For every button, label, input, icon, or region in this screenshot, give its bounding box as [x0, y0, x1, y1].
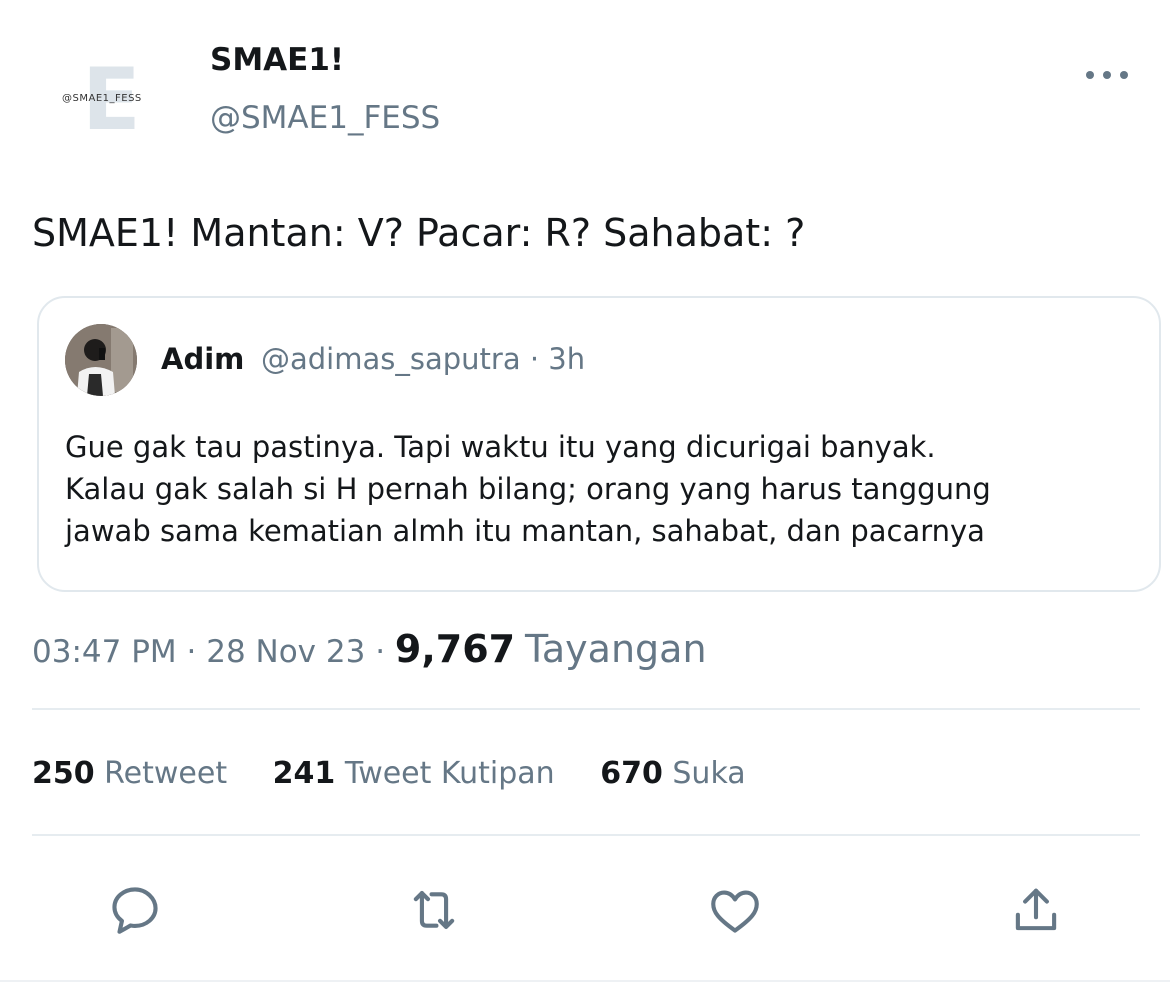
quotes-count[interactable]: 241 [273, 756, 336, 791]
reply-button[interactable] [103, 878, 167, 942]
avatar-photo [65, 324, 137, 396]
quoted-tweet-text: Gue gak tau pastinya. Tapi waktu itu yan… [65, 426, 1125, 552]
dot [1086, 71, 1094, 79]
like-icon [711, 890, 759, 933]
divider [32, 834, 1140, 836]
more-options-icon[interactable] [1086, 64, 1128, 86]
quoted-text-line: jawab sama kematian almh itu mantan, sah… [65, 514, 985, 548]
logo-text: @SMAE1_FESS [62, 93, 142, 104]
separator: · [186, 634, 197, 670]
likes-count[interactable]: 670 [600, 756, 663, 791]
tweet-detail-page: E @SMAE1_FESS SMAE1! @SMAE1_FESS SMAE1! … [0, 0, 1170, 999]
tweet-time: 03:47 PM [32, 634, 177, 670]
quoted-user-handle-time[interactable]: @adimas_saputra · 3h [261, 340, 585, 378]
reply-icon [112, 887, 158, 934]
dot [1103, 71, 1111, 79]
tweet-date: 28 Nov 23 [206, 634, 366, 670]
profile-avatar[interactable]: E @SMAE1_FESS [58, 57, 154, 143]
tweet-meta: 03:47 PM · 28 Nov 23 · 9,767 Tayangan [32, 624, 707, 677]
retweet-button[interactable] [402, 878, 466, 942]
share-icon [1015, 888, 1057, 931]
divider [32, 708, 1140, 710]
retweets-label[interactable]: Retweet [104, 756, 227, 791]
quoted-text-line: Gue gak tau pastinya. Tapi waktu itu yan… [65, 430, 936, 464]
display-name[interactable]: SMAE1! [210, 40, 344, 80]
views-count[interactable]: 9,767 [395, 627, 515, 671]
quoted-user-avatar[interactable] [65, 324, 137, 396]
quoted-tweet-card[interactable]: Adim @adimas_saputra · 3h Gue gak tau pa… [37, 296, 1161, 592]
user-handle[interactable]: @SMAE1_FESS [210, 98, 440, 138]
separator: · [375, 634, 386, 670]
views-label[interactable]: Tayangan [525, 627, 707, 671]
retweets-count[interactable]: 250 [32, 756, 95, 791]
dot [1120, 71, 1128, 79]
like-button[interactable] [703, 878, 767, 942]
bottom-divider [0, 980, 1170, 982]
quoted-user-name[interactable]: Adim [161, 340, 244, 378]
tweet-text: SMAE1! Mantan: V? Pacar: R? Sahabat: ? [32, 211, 806, 255]
share-button[interactable] [1004, 878, 1068, 942]
retweet-icon [413, 891, 455, 929]
tweet-stats: 250 Retweet 241 Tweet Kutipan 670 Suka [32, 752, 782, 796]
quotes-label[interactable]: Tweet Kutipan [345, 756, 555, 791]
likes-label[interactable]: Suka [672, 756, 745, 791]
quoted-text-line: Kalau gak salah si H pernah bilang; oran… [65, 472, 991, 506]
